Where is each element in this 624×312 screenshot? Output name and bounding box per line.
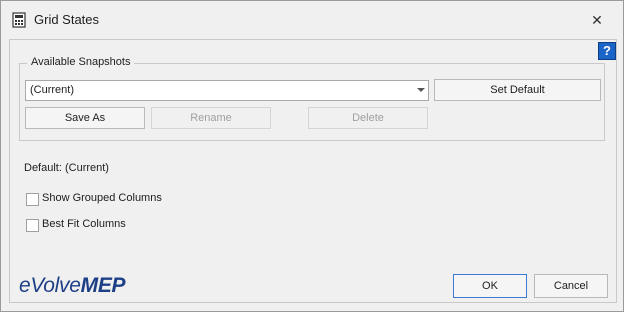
- ok-button[interactable]: OK: [453, 274, 527, 298]
- show-grouped-columns-label[interactable]: Show Grouped Columns: [42, 192, 162, 204]
- logo-text-evolve: eVolve: [19, 274, 81, 297]
- show-grouped-columns-checkbox[interactable]: [26, 193, 39, 206]
- close-button[interactable]: ✕: [587, 11, 607, 29]
- grid-states-dialog: Grid States ✕ ? Available Snapshots (Cur…: [0, 0, 624, 312]
- save-as-button[interactable]: Save As: [25, 107, 145, 129]
- evolve-mep-logo: eVolveMEP: [19, 274, 126, 298]
- calculator-icon: [12, 12, 26, 28]
- delete-button[interactable]: Delete: [308, 107, 428, 129]
- rename-button[interactable]: Rename: [151, 107, 271, 129]
- logo-text-mep: MEP: [80, 274, 126, 297]
- window-title: Grid States: [34, 12, 100, 27]
- help-icon[interactable]: ?: [598, 42, 616, 60]
- chevron-down-icon[interactable]: [417, 88, 425, 92]
- best-fit-columns-checkbox[interactable]: [26, 219, 39, 232]
- cancel-button[interactable]: Cancel: [534, 274, 608, 298]
- content-panel: ? Available Snapshots (Current) Set Defa…: [9, 39, 617, 303]
- title-bar: Grid States ✕: [1, 1, 623, 37]
- snapshots-groupbox: [19, 63, 605, 141]
- best-fit-columns-label[interactable]: Best Fit Columns: [42, 218, 126, 230]
- snapshot-dropdown[interactable]: (Current): [25, 80, 429, 101]
- snapshot-dropdown-value: (Current): [30, 84, 75, 96]
- snapshots-group-label: Available Snapshots: [27, 56, 135, 68]
- default-snapshot-text: Default: (Current): [24, 162, 109, 174]
- set-default-button[interactable]: Set Default: [434, 79, 601, 101]
